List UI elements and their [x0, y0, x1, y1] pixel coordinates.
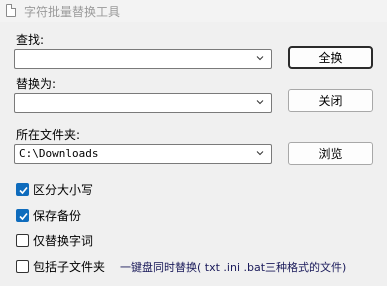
title-bar: 字符批量替换工具 [0, 0, 387, 22]
checkbox-unchecked[interactable] [16, 259, 29, 273]
app-icon [6, 4, 16, 17]
option-label: 包括子文件夹 [33, 259, 106, 274]
option-label: 仅替换字词 [33, 233, 94, 248]
find-label: 查找: [16, 33, 45, 47]
option-case-sensitive[interactable]: 区分大小写 [16, 181, 93, 197]
chevron-down-icon[interactable] [256, 98, 264, 106]
option-label: 区分大小写 [33, 182, 94, 197]
checkbox-checked[interactable] [16, 182, 29, 196]
find-combobox[interactable] [14, 49, 272, 69]
folder-label: 所在文件夹: [16, 128, 81, 142]
checkmark-icon [19, 212, 28, 220]
option-label: 保存备份 [33, 208, 82, 223]
option-whole-word[interactable]: 仅替换字词 [16, 232, 93, 248]
hint-note: 一键盘同时替换( txt .ini .bat三种格式的文件) [120, 261, 347, 274]
checkbox-unchecked[interactable] [16, 233, 29, 247]
replace-label: 替换为: [16, 77, 57, 91]
close-button[interactable]: 关闭 [288, 89, 373, 112]
replace-combobox[interactable] [14, 93, 272, 113]
option-include-subfolders[interactable]: 包括子文件夹 [16, 258, 105, 274]
option-save-backup[interactable]: 保存备份 [16, 207, 81, 223]
checkbox-checked[interactable] [16, 208, 29, 222]
chevron-down-icon[interactable] [256, 149, 264, 157]
chevron-down-icon[interactable] [256, 54, 264, 62]
folder-value: C:\Downloads [19, 147, 99, 160]
window-title: 字符批量替换工具 [24, 5, 121, 19]
browse-button[interactable]: 浏览 [288, 142, 373, 165]
checkmark-icon [19, 186, 28, 194]
folder-combobox[interactable]: C:\Downloads [14, 144, 272, 164]
replace-all-button[interactable]: 全换 [288, 46, 373, 69]
